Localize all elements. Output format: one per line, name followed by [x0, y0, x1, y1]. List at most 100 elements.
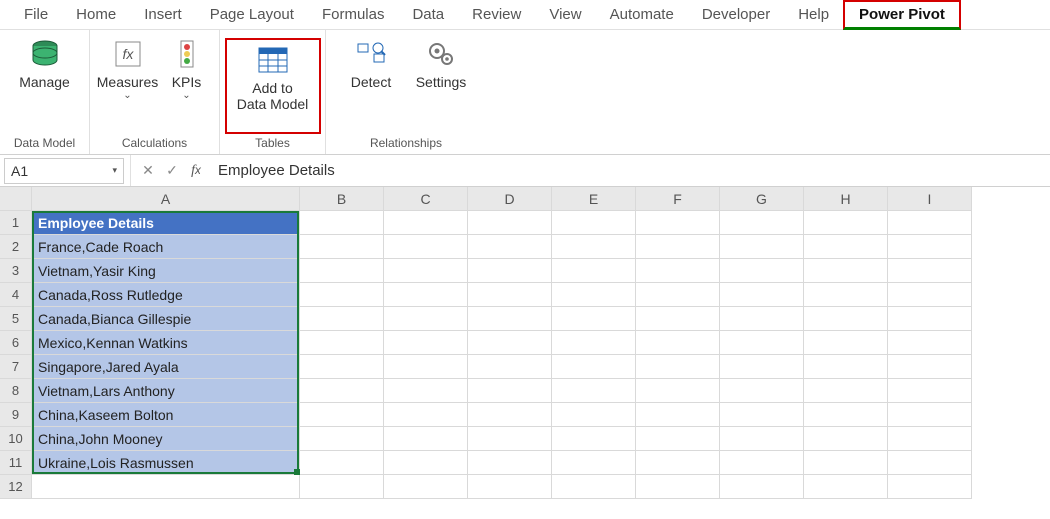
cell[interactable] [32, 475, 300, 499]
cell[interactable] [636, 235, 720, 259]
cell[interactable]: China,John Mooney [32, 427, 300, 451]
cell[interactable] [552, 331, 636, 355]
cancel-icon[interactable]: ✕ [136, 159, 160, 183]
cell[interactable] [720, 475, 804, 499]
cell[interactable] [804, 211, 888, 235]
row-header[interactable]: 6 [0, 331, 32, 355]
cell[interactable] [888, 307, 972, 331]
formula-input[interactable] [208, 158, 1050, 184]
cell[interactable]: Canada,Ross Rutledge [32, 283, 300, 307]
cell[interactable]: Mexico,Kennan Watkins [32, 331, 300, 355]
cell[interactable] [720, 307, 804, 331]
cell[interactable] [552, 307, 636, 331]
cell[interactable] [804, 403, 888, 427]
cell[interactable] [300, 259, 384, 283]
cell[interactable] [636, 403, 720, 427]
cell[interactable] [552, 211, 636, 235]
column-header[interactable]: B [300, 187, 384, 211]
cell[interactable] [468, 379, 552, 403]
cell[interactable] [300, 235, 384, 259]
tab-file[interactable]: File [10, 2, 62, 27]
tab-insert[interactable]: Insert [130, 2, 196, 27]
row-header[interactable]: 2 [0, 235, 32, 259]
cell[interactable] [888, 283, 972, 307]
cell[interactable] [720, 259, 804, 283]
chevron-down-icon[interactable]: ▾ [112, 165, 117, 176]
cell[interactable] [552, 355, 636, 379]
add-to-data-model-button[interactable]: Add to Data Model [225, 38, 321, 134]
column-header[interactable]: C [384, 187, 468, 211]
cell[interactable] [720, 283, 804, 307]
cell[interactable] [804, 307, 888, 331]
column-header[interactable]: A [32, 187, 300, 211]
tab-page-layout[interactable]: Page Layout [196, 2, 308, 27]
cell[interactable]: Vietnam,Lars Anthony [32, 379, 300, 403]
cell[interactable] [636, 259, 720, 283]
column-header[interactable]: E [552, 187, 636, 211]
cell[interactable] [636, 379, 720, 403]
cell[interactable] [468, 235, 552, 259]
cell[interactable] [720, 451, 804, 475]
cell[interactable] [300, 379, 384, 403]
cell[interactable] [468, 211, 552, 235]
tab-review[interactable]: Review [458, 2, 535, 27]
measures-button[interactable]: fx Measures ⌄ [96, 34, 160, 134]
cell[interactable] [468, 259, 552, 283]
cell[interactable] [552, 475, 636, 499]
cell[interactable] [888, 211, 972, 235]
cell[interactable] [552, 451, 636, 475]
cell[interactable] [720, 427, 804, 451]
cell[interactable]: Canada,Bianca Gillespie [32, 307, 300, 331]
cell[interactable]: China,Kaseem Bolton [32, 403, 300, 427]
cell[interactable] [468, 331, 552, 355]
detect-button[interactable]: Detect [336, 34, 406, 134]
cell[interactable] [720, 403, 804, 427]
cell[interactable] [804, 427, 888, 451]
name-box[interactable]: A1 ▾ [4, 158, 124, 184]
cell[interactable]: Singapore,Jared Ayala [32, 355, 300, 379]
cell[interactable] [804, 475, 888, 499]
cell[interactable] [300, 307, 384, 331]
select-all-corner[interactable] [0, 187, 32, 211]
tab-formulas[interactable]: Formulas [308, 2, 399, 27]
cell[interactable] [636, 307, 720, 331]
cell[interactable] [888, 427, 972, 451]
tab-home[interactable]: Home [62, 2, 130, 27]
row-header[interactable]: 7 [0, 355, 32, 379]
column-header[interactable]: I [888, 187, 972, 211]
column-header[interactable]: F [636, 187, 720, 211]
cell[interactable] [888, 259, 972, 283]
cell[interactable] [720, 211, 804, 235]
cell[interactable] [804, 451, 888, 475]
cell[interactable] [384, 475, 468, 499]
sheet-grid[interactable]: ABCDEFGHI1Employee Details2France,Cade R… [0, 187, 1050, 499]
cell[interactable] [552, 403, 636, 427]
cell[interactable] [384, 307, 468, 331]
cell[interactable] [384, 355, 468, 379]
cell[interactable] [300, 331, 384, 355]
cell[interactable] [636, 427, 720, 451]
row-header[interactable]: 9 [0, 403, 32, 427]
cell[interactable] [300, 211, 384, 235]
cell[interactable] [720, 235, 804, 259]
cell[interactable]: Vietnam,Yasir King [32, 259, 300, 283]
cell[interactable] [384, 403, 468, 427]
cell[interactable] [888, 235, 972, 259]
cell[interactable] [888, 475, 972, 499]
cell[interactable] [804, 283, 888, 307]
cell[interactable] [468, 451, 552, 475]
row-header[interactable]: 10 [0, 427, 32, 451]
cell[interactable] [300, 283, 384, 307]
settings-button[interactable]: Settings [406, 34, 476, 134]
enter-icon[interactable]: ✓ [160, 159, 184, 183]
row-header[interactable]: 4 [0, 283, 32, 307]
cell[interactable] [720, 379, 804, 403]
cell[interactable] [804, 235, 888, 259]
insert-function-button[interactable]: fx [184, 159, 208, 183]
cell[interactable] [888, 331, 972, 355]
column-header[interactable]: H [804, 187, 888, 211]
cell[interactable] [804, 355, 888, 379]
cell[interactable] [552, 259, 636, 283]
cell[interactable] [384, 331, 468, 355]
cell[interactable] [300, 475, 384, 499]
